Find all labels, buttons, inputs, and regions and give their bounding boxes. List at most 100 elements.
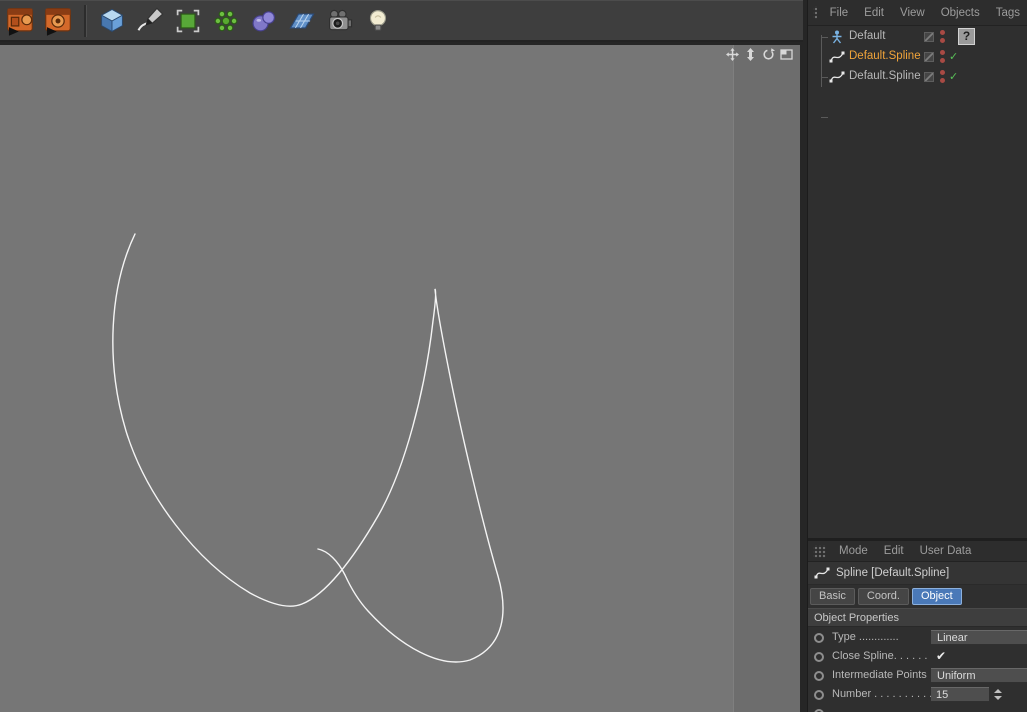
spline-object-icon — [814, 567, 830, 579]
layer-chip[interactable] — [924, 72, 934, 82]
metaball-icon — [252, 10, 275, 31]
render-view-icon — [7, 7, 33, 36]
spin-up-icon[interactable] — [994, 689, 1002, 693]
om-menu-tags[interactable]: Tags — [988, 7, 1027, 19]
om-menu-edit[interactable]: Edit — [856, 7, 892, 19]
light-button[interactable] — [359, 2, 397, 40]
main-toolbar — [0, 0, 803, 42]
tab-object[interactable]: Object — [911, 588, 962, 605]
om-menu-view[interactable]: View — [892, 7, 933, 19]
layer-chip[interactable] — [924, 32, 934, 42]
property-row-type: Type ............. Linear — [808, 628, 1027, 647]
number-spinner[interactable] — [992, 687, 1003, 702]
spline-pen-icon — [137, 6, 164, 31]
modeling-cube-icon — [176, 9, 200, 32]
right-panel: File Edit View Objects Tags Default ? De… — [807, 0, 1027, 712]
render-visibility-dot[interactable] — [940, 78, 945, 83]
toolbar-separator — [84, 4, 86, 37]
viewport-nav-controls — [726, 48, 793, 61]
spline-object-icon — [829, 51, 845, 63]
close-spline-checkbox[interactable]: ✔ — [936, 649, 946, 664]
attribute-title-bar: Spline [Default.Spline] — [808, 562, 1027, 585]
keyframe-bullet-icon[interactable] — [814, 690, 824, 700]
om-menu-objects[interactable]: Objects — [933, 7, 988, 19]
modeling-button[interactable] — [169, 2, 207, 40]
tab-basic[interactable]: Basic — [810, 588, 855, 605]
mograph-button[interactable] — [207, 2, 245, 40]
array-grid-icon — [289, 13, 315, 28]
spin-down-icon[interactable] — [994, 696, 1002, 700]
rotate-view-icon[interactable] — [762, 48, 775, 61]
visibility-dots[interactable] — [940, 30, 946, 44]
keyframe-bullet-icon[interactable] — [814, 652, 824, 662]
attribute-title: Spline [Default.Spline] — [836, 567, 950, 579]
object-label: Default — [849, 30, 886, 42]
drag-handle-icon[interactable] — [813, 6, 817, 19]
property-label: Number . . . . . . . . . . — [832, 688, 933, 700]
render-settings-icon — [45, 7, 71, 36]
drag-handle-icon[interactable] — [813, 544, 826, 558]
intermediate-points-dropdown[interactable]: Uniform — [931, 668, 1027, 683]
light-bulb-icon — [369, 9, 387, 31]
property-label: Type ............. — [832, 631, 899, 643]
object-label: Default.Spline — [849, 70, 921, 82]
tree-line — [821, 117, 828, 118]
object-manager-menubar: File Edit View Objects Tags — [808, 0, 1027, 26]
camera-button[interactable] — [321, 2, 359, 40]
render-visibility-dot[interactable] — [940, 58, 945, 63]
am-menu-mode[interactable]: Mode — [831, 545, 876, 557]
number-input[interactable]: 15 — [931, 687, 989, 702]
property-list: Type ............. Linear Close Spline. … — [808, 628, 1027, 712]
mograph-cluster-icon — [214, 10, 238, 31]
type-dropdown[interactable]: Linear — [931, 630, 1027, 645]
property-label: Intermediate Points — [832, 669, 927, 681]
drawn-spline[interactable] — [112, 233, 504, 663]
am-menu-edit[interactable]: Edit — [876, 545, 912, 557]
attribute-tabs: Basic Coord. Object — [808, 586, 1027, 607]
enable-check-icon[interactable]: ✓ — [949, 70, 958, 84]
viewport-canvas[interactable] — [0, 45, 800, 712]
tab-coord[interactable]: Coord. — [857, 588, 909, 605]
am-menu-userdata[interactable]: User Data — [912, 545, 980, 557]
property-label: Close Spline. . . . . . — [832, 650, 928, 662]
keyframe-bullet-icon[interactable] — [814, 633, 824, 643]
render-view-button[interactable] — [1, 2, 39, 40]
visibility-dots[interactable] — [940, 70, 946, 84]
cinema4d-window: File Edit View Objects Tags Default ? De… — [0, 0, 1027, 712]
default-object-icon — [832, 30, 842, 44]
tree-line — [821, 37, 828, 38]
object-label: Default.Spline — [849, 50, 921, 62]
metaball-button[interactable] — [245, 2, 283, 40]
editor-visibility-dot[interactable] — [940, 70, 945, 75]
property-row-number: Number . . . . . . . . . . 15 — [808, 685, 1027, 704]
spline-object-icon — [829, 71, 845, 83]
render-settings-button[interactable] — [39, 2, 77, 40]
freehand-spline-button[interactable] — [131, 2, 169, 40]
camera-icon — [329, 9, 353, 30]
property-row-partial — [808, 704, 1027, 712]
property-row-close-spline: Close Spline. . . . . . ✔ — [808, 647, 1027, 666]
question-tag-icon[interactable]: ? — [958, 28, 975, 45]
object-row-spline-1[interactable]: Default.Spline ✓ — [808, 47, 1027, 78]
pan-view-icon[interactable] — [726, 48, 739, 61]
render-visibility-dot[interactable] — [940, 38, 945, 43]
property-row-intermediate-points: Intermediate Points Uniform — [808, 666, 1027, 685]
editor-visibility-dot[interactable] — [940, 30, 945, 35]
object-row-spline-2[interactable]: Default.Spline ✓ — [808, 67, 1027, 118]
visibility-dots[interactable] — [940, 50, 946, 64]
object-row-default[interactable]: Default ? — [808, 27, 1027, 47]
editor-visibility-dot[interactable] — [940, 50, 945, 55]
om-menu-file[interactable]: File — [822, 7, 857, 19]
attribute-manager-menubar: Mode Edit User Data — [808, 541, 1027, 562]
enable-check-icon[interactable]: ✓ — [949, 50, 958, 64]
toggle-view-icon[interactable] — [780, 48, 793, 61]
viewport-3d[interactable] — [0, 45, 800, 712]
zoom-view-icon[interactable] — [744, 48, 757, 61]
object-tree: Default ? Default.Spline ✓ Default.Splin… — [808, 27, 1027, 118]
array-button[interactable] — [283, 2, 321, 40]
add-cube-button[interactable] — [93, 2, 131, 40]
section-header-object-properties[interactable]: Object Properties — [808, 608, 1027, 627]
layer-chip[interactable] — [924, 52, 934, 62]
keyframe-bullet-icon[interactable] — [814, 671, 824, 681]
cube-icon — [100, 8, 124, 32]
